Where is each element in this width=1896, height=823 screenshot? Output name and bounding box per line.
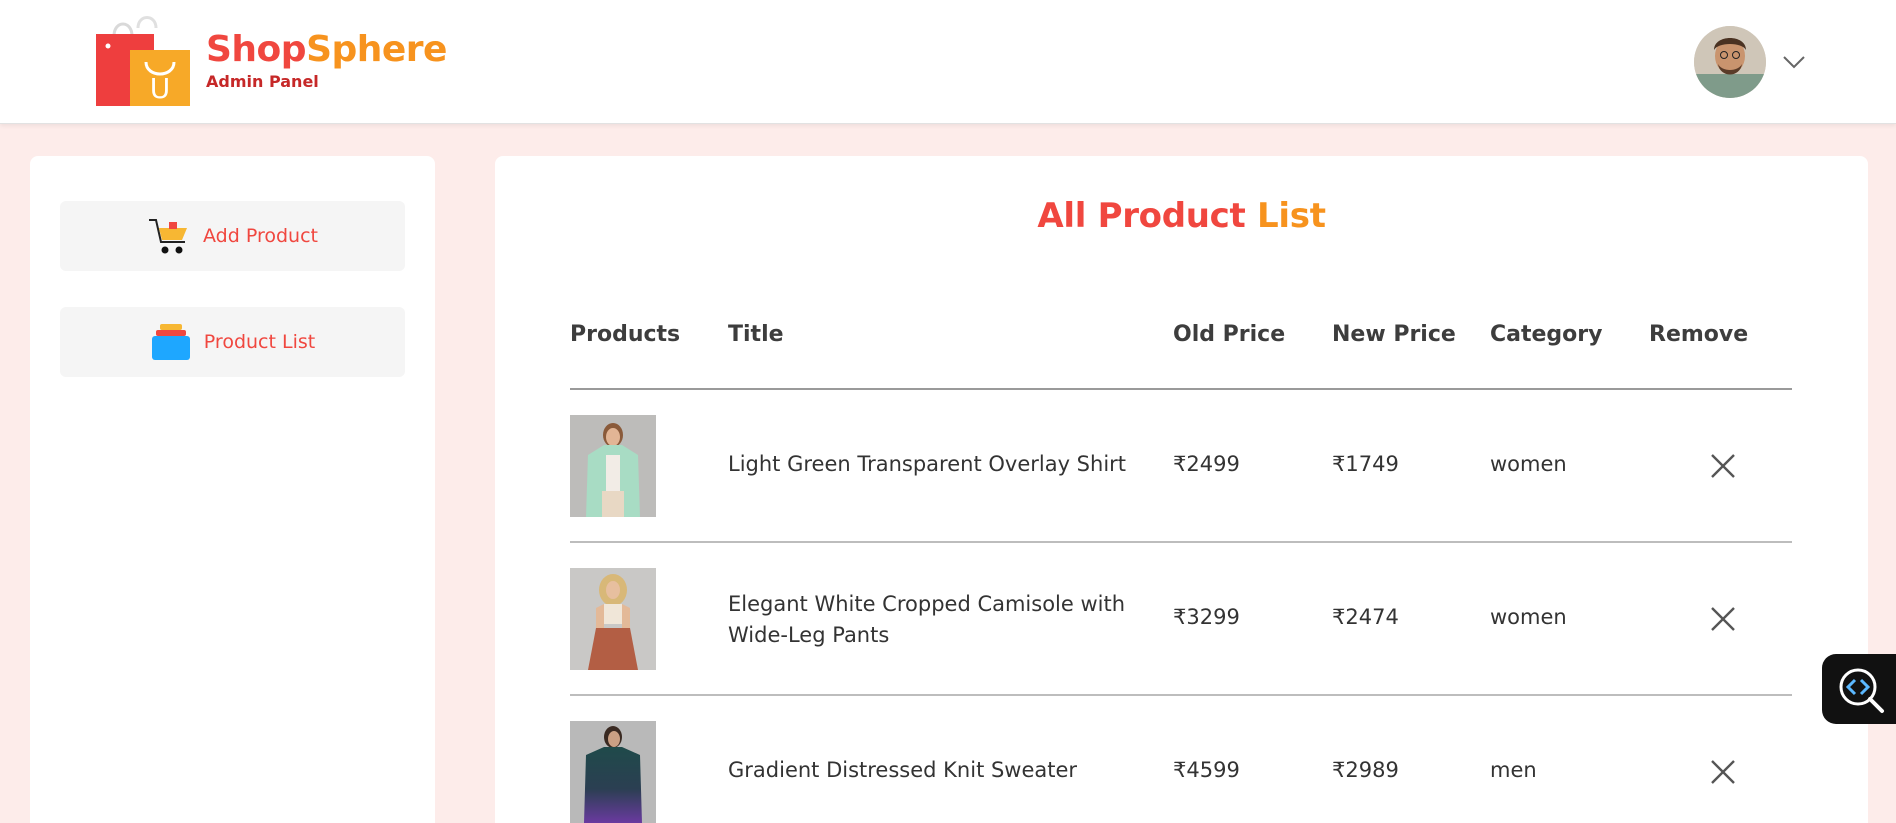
new-price: ₹2989 bbox=[1332, 758, 1399, 782]
old-price: ₹2499 bbox=[1173, 452, 1240, 476]
sidebar-item-label: Add Product bbox=[203, 225, 318, 247]
logo[interactable]: U ShopSphere Admin Panel bbox=[94, 14, 447, 108]
category: women bbox=[1490, 605, 1567, 629]
page-title-part1: All Product bbox=[1037, 196, 1246, 236]
new-price: ₹1749 bbox=[1332, 452, 1399, 476]
cart-icon bbox=[149, 219, 188, 254]
new-price: ₹2474 bbox=[1332, 605, 1399, 629]
product-title-line1: Elegant White Cropped Camisole with bbox=[728, 592, 1126, 616]
table-row: Gradient Distressed Knit Sweater ₹4599 ₹… bbox=[570, 696, 1792, 823]
product-image bbox=[570, 415, 656, 517]
remove-icon[interactable] bbox=[1708, 757, 1738, 787]
category: men bbox=[1490, 758, 1537, 782]
remove-icon[interactable] bbox=[1708, 451, 1738, 481]
brand-name-part1: Shop bbox=[206, 28, 307, 70]
code-search-icon bbox=[1839, 668, 1884, 713]
table-row: Elegant White Cropped Camisole with Wide… bbox=[570, 543, 1792, 696]
svg-text:U: U bbox=[150, 72, 171, 105]
sidebar-item-product-list[interactable]: Product List bbox=[60, 307, 405, 377]
sidebar-item-add-product[interactable]: Add Product bbox=[60, 201, 405, 271]
brand: ShopSphere Admin Panel bbox=[206, 28, 447, 91]
product-table: Products Title Old Price New Price Categ… bbox=[570, 296, 1792, 823]
product-title-line1: Gradient Distressed Knit Sweater bbox=[728, 758, 1078, 782]
column-header-remove: Remove bbox=[1649, 322, 1749, 347]
column-header-old-price: Old Price bbox=[1173, 322, 1286, 347]
column-header-category: Category bbox=[1490, 322, 1603, 347]
product-list-panel: All Product List Products Title Old Pric… bbox=[495, 156, 1868, 823]
stack-icon bbox=[151, 324, 190, 360]
table-row: Light Green Transparent Overlay Shirt ₹2… bbox=[570, 390, 1792, 543]
profile-menu[interactable] bbox=[1694, 26, 1808, 98]
sidebar: Add Product Product List bbox=[30, 156, 435, 823]
chevron-down-icon[interactable] bbox=[1780, 48, 1808, 76]
admin-panel-subtitle: Admin Panel bbox=[206, 71, 319, 91]
navbar: U ShopSphere Admin Panel bbox=[0, 0, 1896, 124]
column-header-products: Products bbox=[570, 322, 681, 347]
category: women bbox=[1490, 452, 1567, 476]
table-header: Products Title Old Price New Price Categ… bbox=[570, 296, 1792, 390]
column-header-new-price: New Price bbox=[1332, 322, 1456, 347]
product-title-line2: Wide-Leg Pants bbox=[728, 623, 890, 647]
old-price: ₹4599 bbox=[1173, 758, 1240, 782]
shopping-bag-icon: U bbox=[96, 16, 190, 106]
avatar-image bbox=[1694, 26, 1766, 98]
user-avatar[interactable] bbox=[1694, 26, 1766, 98]
product-title: Light Green Transparent Overlay Shirt bbox=[728, 452, 1126, 476]
page-title-part2: List bbox=[1257, 196, 1326, 236]
product-title: Gradient Distressed Knit Sweater bbox=[728, 758, 1077, 782]
remove-icon[interactable] bbox=[1708, 604, 1738, 634]
product-title: Elegant White Cropped Camisole with Wide… bbox=[728, 589, 1125, 651]
brand-name: ShopSphere bbox=[206, 28, 447, 70]
column-header-title: Title bbox=[728, 322, 784, 347]
sidebar-item-label: Product List bbox=[203, 331, 316, 353]
floating-tool-button[interactable] bbox=[1822, 654, 1896, 724]
old-price: ₹3299 bbox=[1173, 605, 1240, 629]
brand-name-part2: Sphere bbox=[306, 28, 447, 70]
product-title-line1: Light Green Transparent Overlay Shirt bbox=[728, 452, 1127, 476]
page-title: All Product List bbox=[495, 196, 1868, 236]
product-image bbox=[570, 721, 656, 823]
product-image bbox=[570, 568, 656, 670]
